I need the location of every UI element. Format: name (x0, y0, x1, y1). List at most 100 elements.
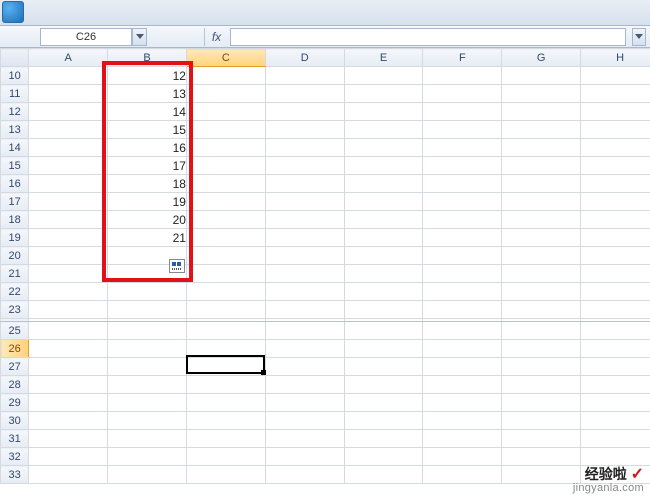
cell[interactable] (502, 301, 581, 319)
cell[interactable] (108, 412, 187, 430)
cell[interactable] (423, 211, 502, 229)
cell[interactable] (502, 85, 581, 103)
cell[interactable] (29, 358, 108, 376)
cell[interactable] (265, 247, 344, 265)
cell[interactable] (502, 157, 581, 175)
cell[interactable] (29, 466, 108, 484)
cell[interactable] (423, 103, 502, 121)
cell[interactable] (186, 283, 265, 301)
cell[interactable] (265, 85, 344, 103)
cell[interactable] (265, 301, 344, 319)
cell[interactable] (423, 175, 502, 193)
cell[interactable] (29, 283, 108, 301)
cell[interactable] (265, 466, 344, 484)
cell[interactable] (186, 394, 265, 412)
formula-bar-expand[interactable] (632, 28, 646, 46)
cell[interactable] (186, 229, 265, 247)
cell[interactable]: 15 (108, 121, 187, 139)
row-header[interactable]: 29 (1, 394, 29, 412)
cell[interactable] (423, 394, 502, 412)
cell[interactable] (186, 265, 265, 283)
row-header[interactable]: 25 (1, 322, 29, 340)
row-header[interactable]: 30 (1, 412, 29, 430)
cell[interactable] (108, 430, 187, 448)
row-header[interactable]: 11 (1, 85, 29, 103)
cell[interactable] (29, 121, 108, 139)
cell[interactable] (186, 103, 265, 121)
cell[interactable] (502, 139, 581, 157)
cell[interactable] (423, 85, 502, 103)
cell[interactable] (423, 448, 502, 466)
cell[interactable] (29, 211, 108, 229)
cell[interactable]: 14 (108, 103, 187, 121)
cell[interactable] (502, 229, 581, 247)
row-header[interactable]: 12 (1, 103, 29, 121)
insert-function-button[interactable]: fx (204, 28, 228, 46)
cell[interactable] (186, 430, 265, 448)
column-header[interactable]: G (502, 49, 581, 67)
cell[interactable] (344, 394, 423, 412)
row-header[interactable]: 32 (1, 448, 29, 466)
cell[interactable] (265, 211, 344, 229)
cell[interactable] (423, 358, 502, 376)
cell[interactable] (265, 139, 344, 157)
row-header[interactable]: 19 (1, 229, 29, 247)
cell[interactable] (344, 175, 423, 193)
cell[interactable] (186, 412, 265, 430)
cell[interactable] (581, 103, 650, 121)
cell[interactable] (423, 193, 502, 211)
cell[interactable] (344, 283, 423, 301)
cell[interactable] (108, 340, 187, 358)
cell[interactable] (423, 139, 502, 157)
cell[interactable] (186, 466, 265, 484)
cell[interactable] (344, 157, 423, 175)
cell[interactable] (581, 211, 650, 229)
cell[interactable] (502, 121, 581, 139)
cell[interactable] (581, 85, 650, 103)
cell[interactable] (423, 466, 502, 484)
cell[interactable] (265, 340, 344, 358)
cell[interactable] (502, 193, 581, 211)
row-header[interactable]: 33 (1, 466, 29, 484)
column-header[interactable]: B (108, 49, 187, 67)
cell[interactable] (29, 394, 108, 412)
name-box-dropdown[interactable] (132, 28, 147, 46)
row-header[interactable]: 16 (1, 175, 29, 193)
formula-input[interactable] (230, 28, 626, 46)
app-button[interactable] (2, 1, 24, 23)
cell[interactable] (29, 85, 108, 103)
cell[interactable] (29, 265, 108, 283)
cell[interactable]: 20 (108, 211, 187, 229)
cell[interactable] (423, 67, 502, 85)
cell[interactable] (344, 247, 423, 265)
cell[interactable] (29, 301, 108, 319)
cell[interactable] (423, 322, 502, 340)
row-header[interactable]: 17 (1, 193, 29, 211)
cell[interactable] (265, 103, 344, 121)
cell[interactable] (423, 121, 502, 139)
cell[interactable] (186, 358, 265, 376)
cell[interactable] (502, 175, 581, 193)
cell[interactable] (186, 340, 265, 358)
cell[interactable]: 17 (108, 157, 187, 175)
cell[interactable] (423, 265, 502, 283)
cell[interactable] (186, 322, 265, 340)
cell[interactable] (344, 412, 423, 430)
cell[interactable] (502, 247, 581, 265)
cell[interactable] (581, 466, 650, 484)
cell[interactable] (265, 358, 344, 376)
grid-area[interactable]: ABCDEFGH 1012111312141315141615171618171… (0, 48, 650, 498)
cell[interactable] (581, 394, 650, 412)
cell[interactable] (265, 175, 344, 193)
cell[interactable] (423, 247, 502, 265)
cell[interactable] (581, 448, 650, 466)
cell[interactable] (581, 301, 650, 319)
cell[interactable] (344, 466, 423, 484)
cell[interactable] (344, 121, 423, 139)
cell[interactable] (29, 322, 108, 340)
cell[interactable] (423, 157, 502, 175)
cell[interactable] (502, 67, 581, 85)
cell[interactable] (265, 193, 344, 211)
cell[interactable] (502, 376, 581, 394)
cell[interactable] (265, 376, 344, 394)
